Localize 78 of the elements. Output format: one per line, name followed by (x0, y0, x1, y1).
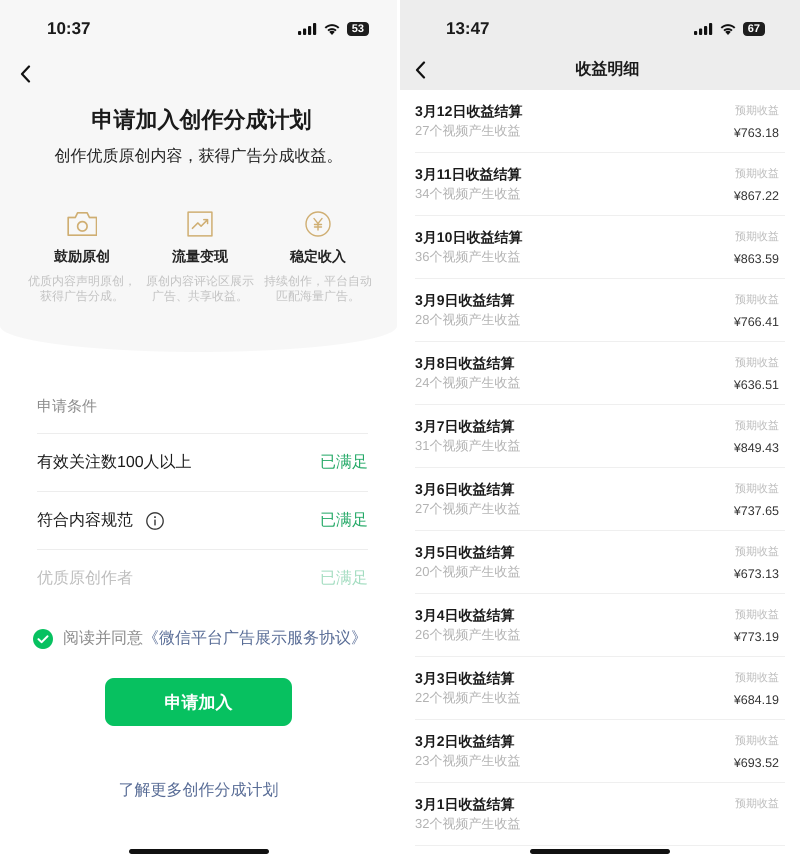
video-count: 32个视频产生收益 (415, 815, 520, 833)
info-icon[interactable] (146, 512, 164, 530)
condition-label: 有效关注数100人以上 (37, 452, 192, 472)
battery-level: 67 (742, 22, 765, 36)
feature-title: 流量变现 (172, 247, 228, 266)
agreement-link[interactable]: 《微信平台广告展示服务协议》 (143, 630, 367, 647)
learn-more-link[interactable]: 了解更多创作分成计划 (118, 779, 278, 803)
settlement-title: 3月12日收益结算 (415, 102, 522, 121)
condition-label: 优质原创作者 (37, 568, 133, 588)
video-count: 24个视频产生收益 (415, 374, 520, 392)
video-count: 36个视频产生收益 (415, 248, 522, 266)
settlement-title: 3月2日收益结算 (415, 732, 516, 751)
status-time: 10:37 (47, 18, 90, 40)
section-heading: 申请条件 (37, 396, 368, 434)
video-count: 28个视频产生收益 (415, 311, 520, 329)
status-time: 13:47 (446, 18, 490, 40)
expected-earnings-label: 预期收益 (735, 797, 779, 812)
settlement-title: 3月8日收益结算 (415, 354, 516, 373)
wifi-icon (720, 23, 736, 35)
wifi-icon (324, 23, 340, 35)
expected-earnings-label: 预期收益 (735, 482, 779, 497)
earnings-amount: ¥849.43 (734, 440, 779, 457)
earnings-amount: ¥766.41 (734, 314, 779, 331)
earnings-amount: ¥863.59 (734, 251, 779, 268)
earnings-amount: ¥773.19 (734, 629, 779, 646)
signal-icon (298, 23, 317, 35)
back-icon[interactable] (20, 65, 31, 83)
page-title: 申请加入创作分成计划 (90, 106, 312, 134)
agreement-text: 阅读并同意《微信平台广告展示服务协议》 (63, 628, 367, 649)
camera-icon (66, 211, 98, 237)
battery-level: 53 (346, 22, 369, 36)
video-count: 20个视频产生收益 (415, 563, 520, 581)
condition-status: 已满足 (320, 568, 368, 588)
settlement-title: 3月9日收益结算 (415, 291, 516, 310)
earnings-amount: ¥867.22 (734, 188, 779, 205)
feature-title: 稳定收入 (290, 247, 346, 266)
signal-icon (694, 23, 713, 35)
yen-coin-icon (305, 211, 331, 237)
expected-earnings-label: 预期收益 (735, 293, 779, 308)
earnings-amount: ¥684.19 (734, 692, 779, 709)
video-count: 26个视频产生收益 (415, 626, 520, 644)
settlement-title: 3月1日收益结算 (415, 795, 516, 814)
settlement-title: 3月3日收益结算 (415, 669, 516, 688)
trend-chart-icon (187, 211, 213, 237)
page-title: 收益明细 (576, 60, 640, 80)
expected-earnings-label: 预期收益 (735, 356, 779, 371)
expected-earnings-label: 预期收益 (735, 419, 779, 434)
earnings-amount: ¥737.65 (734, 503, 779, 520)
earnings-amount: ¥763.18 (734, 125, 779, 142)
video-count: 31个视频产生收益 (415, 437, 520, 455)
expected-earnings-label: 预期收益 (735, 608, 779, 623)
expected-earnings-label: 预期收益 (735, 545, 779, 560)
expected-earnings-label: 预期收益 (735, 230, 779, 245)
agreement-checkbox[interactable] (33, 629, 53, 649)
condition-label: 符合内容规范 (37, 510, 133, 530)
back-icon[interactable] (415, 61, 426, 79)
video-count: 27个视频产生收益 (415, 500, 520, 518)
settlement-title: 3月7日收益结算 (415, 417, 516, 436)
settlement-title: 3月11日收益结算 (415, 165, 522, 184)
feature-title: 鼓励原创 (54, 247, 110, 266)
page-subtitle: 创作优质原创内容，获得广告分成收益。 (54, 146, 344, 167)
settlement-title: 3月6日收益结算 (415, 480, 516, 499)
settlement-title: 3月5日收益结算 (415, 543, 516, 562)
earnings-amount: ¥693.52 (734, 755, 779, 772)
settlement-title: 3月4日收益结算 (415, 606, 516, 625)
condition-status: 已满足 (320, 452, 368, 472)
video-count: 27个视频产生收益 (415, 122, 522, 140)
video-count: 34个视频产生收益 (415, 185, 522, 203)
expected-earnings-label: 预期收益 (735, 167, 779, 182)
expected-earnings-label: 预期收益 (735, 734, 779, 749)
video-count: 23个视频产生收益 (415, 752, 520, 770)
video-count: 22个视频产生收益 (415, 689, 520, 707)
expected-earnings-label: 预期收益 (735, 104, 779, 119)
condition-status: 已满足 (320, 510, 368, 530)
expected-earnings-label: 预期收益 (735, 671, 779, 686)
earnings-amount: ¥673.13 (734, 566, 779, 583)
settlement-title: 3月10日收益结算 (415, 228, 522, 247)
earnings-amount: ¥636.51 (734, 377, 779, 394)
